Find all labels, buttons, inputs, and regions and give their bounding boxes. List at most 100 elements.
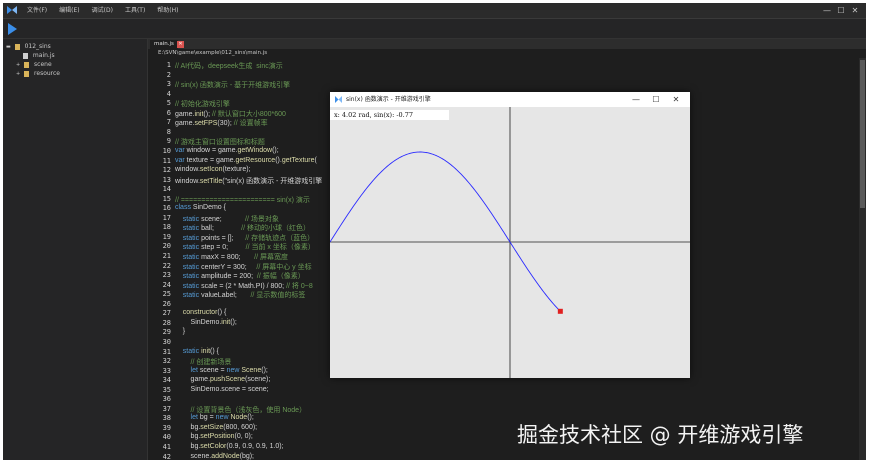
code-token: getWindow xyxy=(237,146,273,154)
close-button[interactable]: ✕ xyxy=(848,3,862,18)
menu-tools[interactable]: 工具(T) xyxy=(119,3,151,18)
code-token: // ======================= sin(x) 演示 xyxy=(175,196,310,204)
code-token: addNode xyxy=(211,452,240,460)
collapse-icon[interactable]: ▬ xyxy=(6,44,11,50)
game-maximize-button[interactable]: ☐ xyxy=(646,92,666,107)
line-number: 42 xyxy=(162,452,171,460)
code-line: static centerY = 300; // 屏幕中心 y 坐标 xyxy=(175,262,312,272)
folder-icon xyxy=(14,43,20,50)
code-token: // AI代码，deepseek生成 sinc演示 xyxy=(175,63,283,70)
tree-item-label: main.js xyxy=(32,52,55,59)
line-number: 18 xyxy=(162,223,171,232)
code-line: SinDemo.scene = scene; xyxy=(175,386,269,393)
code-token: static xyxy=(175,263,202,271)
code-token: maxX = 800; xyxy=(201,254,255,261)
code-token: static xyxy=(175,292,202,300)
code-line: let bg = new Node(); xyxy=(175,414,254,421)
code-token: // 创建新场景 xyxy=(175,359,232,367)
code-token: // 设置背景色（浅灰色，使用 Node） xyxy=(175,406,307,414)
menu-help[interactable]: 帮助(H) xyxy=(151,3,184,18)
code-token: // 存储轨迹点（蓝色） xyxy=(245,234,315,242)
maximize-button[interactable]: ☐ xyxy=(834,3,848,18)
tab-close-icon[interactable]: ✕ xyxy=(177,41,184,48)
code-line: bg.setColor(0.9, 0.9, 0.9, 1.0); xyxy=(175,443,284,450)
sine-curve xyxy=(330,151,561,312)
code-token: setSize xyxy=(200,423,224,431)
line-number: 3 xyxy=(166,80,171,89)
code-line: // 创建新场景 xyxy=(175,357,232,367)
line-number: 2 xyxy=(166,70,171,79)
menu-bar: 文件(F) 编辑(E) 调试(D) 工具(T) 帮助(H) xyxy=(21,3,185,18)
moving-ball xyxy=(557,308,563,314)
code-token: // 屏幕中心 y 坐标 xyxy=(256,263,312,271)
code-token: bg. xyxy=(175,443,201,450)
line-number: 20 xyxy=(162,242,171,251)
code-token: (bg); xyxy=(239,452,255,460)
code-token: setPosition xyxy=(200,433,235,441)
game-close-button[interactable]: ✕ xyxy=(666,92,686,107)
line-number: 17 xyxy=(162,213,171,222)
line-number: 16 xyxy=(162,204,171,213)
editor-scrollbar[interactable] xyxy=(859,58,866,460)
sine-plot xyxy=(330,107,690,378)
line-number: 5 xyxy=(166,99,171,108)
code-token: new xyxy=(226,366,242,374)
code-token: Scene xyxy=(241,366,262,374)
file-path: E:\SVN\game\example\012_sins\main.js xyxy=(158,50,268,56)
code-token: // 设置帧率 xyxy=(233,120,268,128)
code-token: ball; xyxy=(201,225,242,233)
tab-mainjs[interactable]: main.js xyxy=(150,40,178,49)
line-number: 8 xyxy=(166,127,171,136)
code-token: static xyxy=(175,254,202,261)
tree-item-resource[interactable]: + resource xyxy=(16,69,60,78)
line-number: 24 xyxy=(162,280,171,289)
line-number: 39 xyxy=(162,423,171,432)
minimize-button[interactable]: — xyxy=(820,3,834,18)
code-token: // 默认窗口大小800*600 xyxy=(211,110,286,118)
code-token: // 初始化游戏引擎 xyxy=(175,101,230,109)
code-token: bg. xyxy=(175,433,201,441)
game-app-icon xyxy=(335,96,342,103)
menu-file[interactable]: 文件(F) xyxy=(21,3,53,18)
code-token: ("sin(x) 函数演示 - 开维游戏引擎 xyxy=(222,177,323,185)
game-window-controls: — ☐ ✕ xyxy=(626,92,686,107)
folder-icon xyxy=(24,61,30,68)
line-number: 33 xyxy=(162,366,171,375)
line-number: 38 xyxy=(162,414,171,423)
line-number: 15 xyxy=(162,194,171,203)
expand-icon[interactable]: + xyxy=(16,71,20,77)
run-icon[interactable] xyxy=(8,23,17,35)
code-token: static xyxy=(175,244,202,252)
code-token: new xyxy=(215,414,231,422)
code-token: points = []; xyxy=(201,234,246,242)
scrollbar-thumb[interactable] xyxy=(860,60,865,208)
code-token: game. xyxy=(175,376,211,384)
code-line: } xyxy=(175,328,185,335)
code-token: scene; xyxy=(201,215,246,223)
file-path-bar: E:\SVN\game\example\012_sins\main.js xyxy=(148,49,866,58)
game-window-titlebar[interactable]: sin(x) 函数演示 - 开维游戏引擎 — ☐ ✕ xyxy=(330,92,690,107)
game-canvas[interactable]: x: 4.02 rad, sin(x): -0.77 xyxy=(330,107,690,378)
file-icon xyxy=(23,52,28,59)
code-line: bg.setSize(800, 600); xyxy=(175,423,258,431)
menu-edit[interactable]: 编辑(E) xyxy=(53,3,85,18)
code-token: // 屏幕宽度 xyxy=(254,254,289,261)
code-token: ( xyxy=(314,156,317,164)
code-token: let xyxy=(175,414,200,422)
line-number: 25 xyxy=(162,290,171,299)
code-token: scene. xyxy=(175,452,212,460)
code-token: setColor xyxy=(200,443,227,450)
tree-item-project[interactable]: ▬ 012_sins xyxy=(6,42,51,51)
code-line: var window = game.getWindow(); xyxy=(175,147,279,154)
game-minimize-button[interactable]: — xyxy=(626,92,646,107)
tree-item-mainjs[interactable]: main.js xyxy=(23,51,55,60)
expand-icon[interactable]: + xyxy=(16,62,20,68)
tree-item-scene[interactable]: + scene xyxy=(16,60,52,69)
code-line: game.setFPS(30); // 设置帧率 xyxy=(175,118,268,128)
code-token: bg = xyxy=(199,414,216,422)
code-line: static valueLabel; // 显示数值的标签 xyxy=(175,290,306,300)
code-token: valueLabel; xyxy=(201,292,251,300)
code-token: (); xyxy=(230,318,237,326)
menu-debug[interactable]: 调试(D) xyxy=(86,3,119,18)
tree-item-label: scene xyxy=(34,61,52,68)
